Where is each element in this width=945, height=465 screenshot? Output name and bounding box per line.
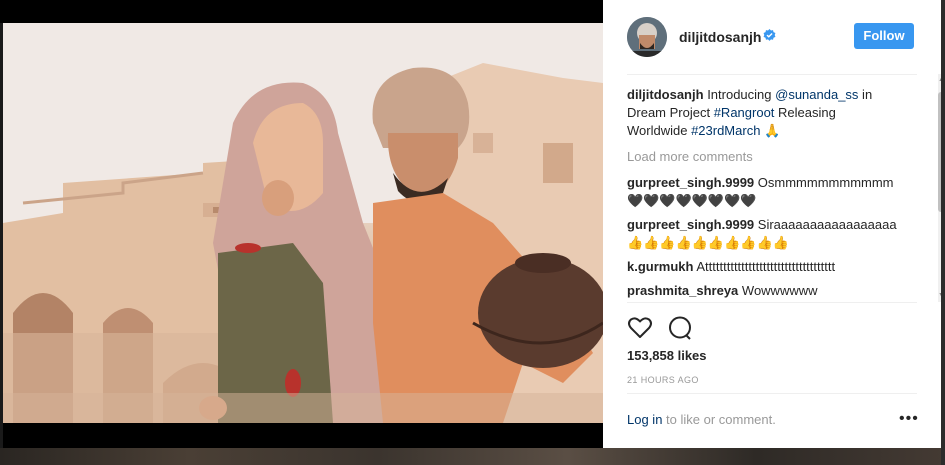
- comment-text: Atttttttttttttttttttttttttttttttttttt: [696, 259, 836, 274]
- heart-icon[interactable]: [627, 316, 653, 340]
- comment-text: Wowwwwww: [741, 283, 818, 298]
- comment-item: k.gurmukh Attttttttttttttttttttttttttttt…: [627, 258, 899, 276]
- likes-count[interactable]: 153,858 likes: [627, 348, 707, 363]
- caption-hashtag-date[interactable]: #23rdMarch: [691, 123, 760, 138]
- caption-mention-link[interactable]: @sunanda_ss: [775, 87, 858, 102]
- avatar-image: [627, 17, 667, 57]
- caption-text-1: Introducing: [707, 87, 776, 102]
- verified-badge-icon: [763, 29, 776, 41]
- post-caption: diljitdosanjh Introducing @sunanda_ss in…: [627, 86, 899, 140]
- comment-username[interactable]: gurpreet_singh.9999: [627, 175, 754, 190]
- post-header: diljitdosanjh Follow: [603, 0, 941, 74]
- comment-username[interactable]: gurpreet_singh.9999: [627, 217, 754, 232]
- avatar[interactable]: [627, 17, 667, 57]
- comment-item: gurpreet_singh.9999 Osmmmmmmmmmmm 🖤🖤🖤🖤🖤🖤…: [627, 174, 899, 210]
- comment-username[interactable]: k.gurmukh: [627, 259, 693, 274]
- login-prompt-text: to like or comment.: [662, 412, 776, 427]
- photo-bottom-letterbox: [3, 423, 603, 448]
- more-options-icon[interactable]: •••: [899, 411, 919, 427]
- comments-list: diljitdosanjh Introducing @sunanda_ss in…: [627, 86, 899, 306]
- caption-username[interactable]: diljitdosanjh: [627, 87, 704, 102]
- post-username[interactable]: diljitdosanjh: [679, 29, 761, 45]
- photo-top-letterbox: [0, 0, 603, 23]
- background-feed-strip: [0, 448, 945, 465]
- page-scrollbar[interactable]: [941, 0, 945, 465]
- header-divider: [627, 74, 917, 75]
- load-more-comments-link[interactable]: Load more comments: [627, 148, 899, 166]
- comment-item: prashmita_shreya Wowwwwww: [627, 282, 899, 300]
- post-side-panel: diljitdosanjh Follow diljitdosanjh Intro…: [603, 0, 941, 448]
- comment-username[interactable]: prashmita_shreya: [627, 283, 738, 298]
- login-link[interactable]: Log in: [627, 412, 662, 427]
- footer-divider: [627, 393, 917, 394]
- post-timestamp[interactable]: 21 HOURS AGO: [627, 375, 699, 385]
- follow-button[interactable]: Follow: [854, 23, 914, 49]
- photo-illustration: [3, 23, 603, 423]
- login-prompt: Log in to like or comment.: [627, 412, 917, 427]
- caption-emoji: 🙏: [764, 123, 781, 138]
- comment-item: gurpreet_singh.9999 Siraaaaaaaaaaaaaaaaa…: [627, 216, 899, 252]
- comments-divider: [627, 302, 917, 303]
- caption-hashtag-rangroot[interactable]: #Rangroot: [714, 105, 775, 120]
- comment-icon[interactable]: [667, 316, 693, 340]
- post-photo[interactable]: [3, 23, 603, 423]
